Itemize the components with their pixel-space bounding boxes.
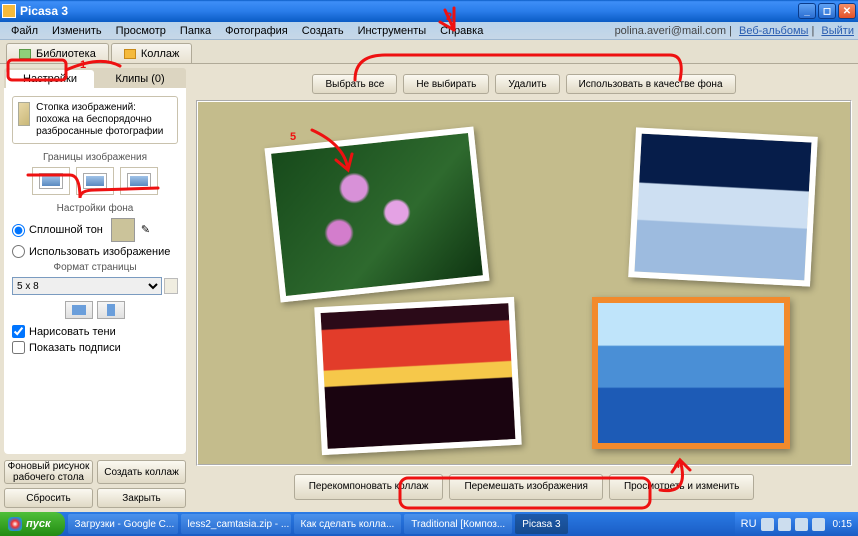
- style-text: Стопка изображений: похожа на беспорядоч…: [36, 102, 172, 138]
- orientation-portrait[interactable]: [97, 301, 125, 319]
- eyedropper-icon[interactable]: ✎: [141, 223, 155, 237]
- photo-mountains[interactable]: [592, 297, 790, 449]
- menu-edit[interactable]: Изменить: [45, 24, 109, 38]
- btn-recompose[interactable]: Перекомпоновать коллаж: [294, 474, 444, 500]
- menu-folder[interactable]: Папка: [173, 24, 218, 38]
- minimize-button[interactable]: _: [798, 3, 816, 19]
- system-tray: RU 0:15: [735, 512, 858, 536]
- tab-bar: Библиотека Коллаж: [0, 40, 858, 64]
- menu-create[interactable]: Создать: [295, 24, 351, 38]
- btn-preview[interactable]: Просмотреть и изменить: [609, 474, 754, 500]
- photo-flowers[interactable]: [264, 126, 489, 302]
- menu-help[interactable]: Справка: [433, 24, 490, 38]
- app-icon: [2, 4, 16, 18]
- collage-style-selector[interactable]: Стопка изображений: похожа на беспорядоч…: [12, 96, 178, 144]
- btn-wallpaper[interactable]: Фоновый рисунок рабочего стола: [4, 460, 93, 484]
- account-email: polina.averi@mail.com: [615, 25, 726, 37]
- subtab-settings[interactable]: Настройки: [6, 70, 94, 88]
- taskbar: пуск Загрузки - Google C... less2_camtas…: [0, 512, 858, 536]
- btn-select-none[interactable]: Не выбирать: [403, 74, 489, 94]
- bottom-button-bar: Перекомпоновать коллаж Перемешать изобра…: [196, 474, 852, 500]
- window-title: Picasa 3: [20, 4, 796, 18]
- taskbar-item-3[interactable]: Traditional [Композ...: [404, 514, 512, 534]
- taskbar-item-2[interactable]: Как сделать колла...: [294, 514, 402, 534]
- btn-set-bg[interactable]: Использовать в качестве фона: [566, 74, 736, 94]
- border-option-3[interactable]: [120, 167, 158, 195]
- btn-create[interactable]: Создать коллаж: [97, 460, 186, 484]
- sidebar: Настройки Клипы (0) Стопка изображений: …: [0, 64, 190, 512]
- format-extra-button[interactable]: [164, 278, 178, 294]
- collage-canvas[interactable]: [196, 100, 852, 466]
- menu-photo[interactable]: Фотография: [218, 24, 295, 38]
- tray-icon[interactable]: [761, 518, 774, 531]
- chk-shadow[interactable]: [12, 325, 25, 338]
- webalbums-link[interactable]: Веб-альбомы: [739, 25, 808, 37]
- close-button[interactable]: ✕: [838, 3, 856, 19]
- bg-color-swatch[interactable]: [111, 218, 135, 242]
- tray-icon[interactable]: [795, 518, 808, 531]
- taskbar-item-4[interactable]: Picasa 3: [515, 514, 567, 534]
- main-area: Выбрать все Не выбирать Удалить Использо…: [190, 64, 858, 512]
- borders-title: Границы изображения: [12, 152, 178, 163]
- tab-library[interactable]: Библиотека: [6, 43, 109, 63]
- format-select[interactable]: 5 x 8: [12, 277, 162, 295]
- start-button[interactable]: пуск: [0, 512, 65, 536]
- btn-shuffle[interactable]: Перемешать изображения: [449, 474, 603, 500]
- btn-reset[interactable]: Сбросить: [4, 488, 93, 508]
- border-option-2[interactable]: [76, 167, 114, 195]
- menu-bar: Файл Изменить Просмотр Папка Фотография …: [0, 22, 858, 40]
- top-button-bar: Выбрать все Не выбирать Удалить Использо…: [196, 74, 852, 94]
- radio-solid[interactable]: [12, 224, 25, 237]
- radio-image[interactable]: [12, 245, 25, 258]
- lang-indicator[interactable]: RU: [741, 518, 757, 530]
- chk-caption[interactable]: [12, 341, 25, 354]
- orientation-landscape[interactable]: [65, 301, 93, 319]
- account-area: polina.averi@mail.com | Веб-альбомы | Вы…: [615, 25, 854, 37]
- photo-winter[interactable]: [628, 127, 818, 286]
- logout-link[interactable]: Выйти: [821, 25, 854, 37]
- btn-select-all[interactable]: Выбрать все: [312, 74, 397, 94]
- collage-icon: [124, 49, 136, 59]
- windows-icon: [8, 517, 22, 531]
- menu-file[interactable]: Файл: [4, 24, 45, 38]
- tray-icon[interactable]: [812, 518, 825, 531]
- format-title: Формат страницы: [12, 262, 178, 273]
- photo-sunset[interactable]: [314, 297, 521, 455]
- btn-delete[interactable]: Удалить: [495, 74, 559, 94]
- menu-view[interactable]: Просмотр: [109, 24, 173, 38]
- menu-tools[interactable]: Инструменты: [351, 24, 434, 38]
- btn-close[interactable]: Закрыть: [97, 488, 186, 508]
- border-option-1[interactable]: [32, 167, 70, 195]
- subtab-clips[interactable]: Клипы (0): [96, 70, 184, 88]
- title-bar: Picasa 3 _ ◻ ✕: [0, 0, 858, 22]
- tray-icon[interactable]: [778, 518, 791, 531]
- clock[interactable]: 0:15: [833, 519, 852, 530]
- maximize-button[interactable]: ◻: [818, 3, 836, 19]
- tab-collage[interactable]: Коллаж: [111, 43, 193, 63]
- bg-title: Настройки фона: [12, 203, 178, 214]
- taskbar-item-0[interactable]: Загрузки - Google C...: [68, 514, 178, 534]
- taskbar-item-1[interactable]: less2_camtasia.zip - ...: [181, 514, 291, 534]
- library-icon: [19, 49, 31, 59]
- style-icon: [18, 102, 30, 126]
